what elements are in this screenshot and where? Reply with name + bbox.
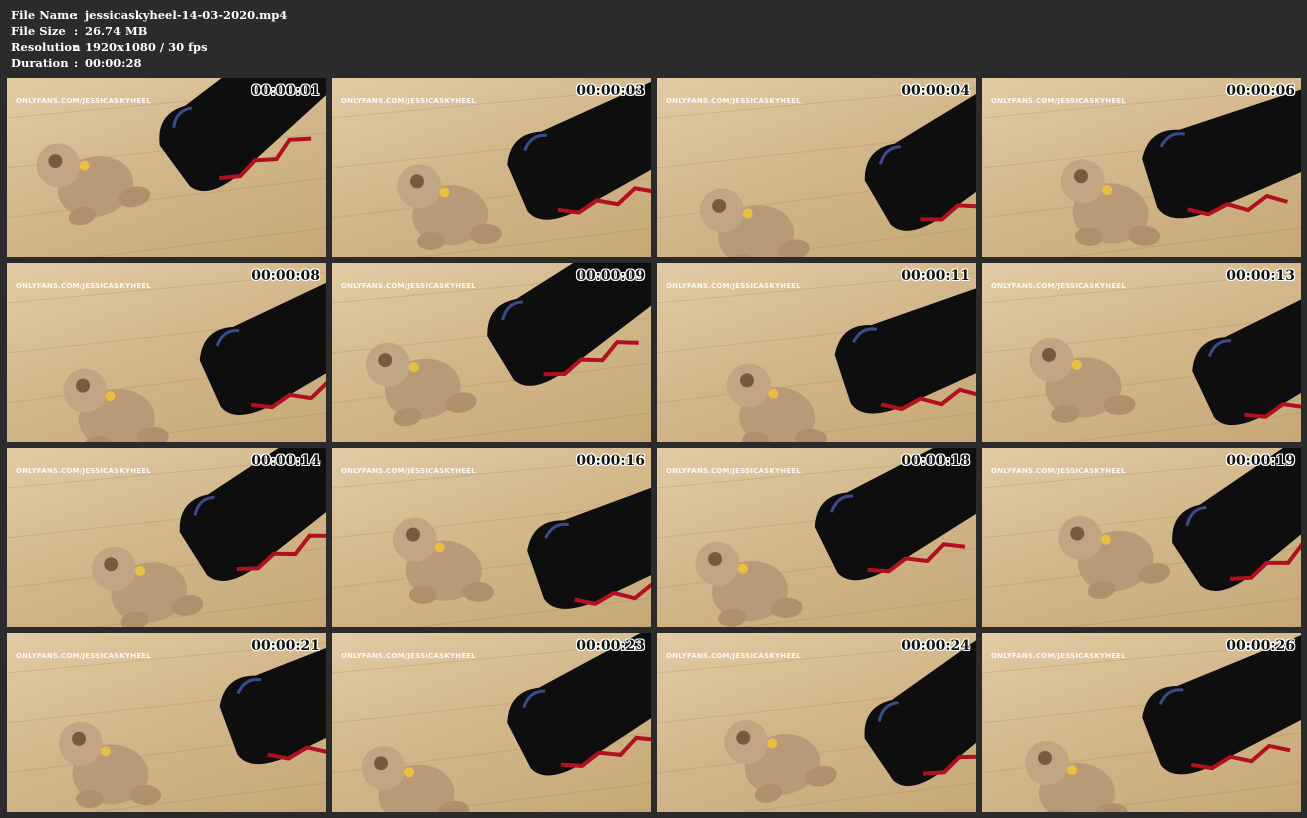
watermark: ONLYFANS.COM/JESSICASKYHEEL: [341, 652, 476, 660]
video-thumbnail: ONLYFANS.COM/JESSICASKYHEEL 00:00:23: [332, 633, 651, 812]
watermark: ONLYFANS.COM/JESSICASKYHEEL: [666, 97, 801, 105]
watermark: ONLYFANS.COM/JESSICASKYHEEL: [16, 97, 151, 105]
boot: [179, 448, 326, 581]
file-name-row: File Name : jessicaskyheel-14-03-2020.mp…: [11, 7, 287, 23]
thumbnail-timestamp: 00:00:23: [576, 638, 645, 654]
thumbnail-timestamp: 00:00:03: [576, 83, 645, 99]
thumbnail-timestamp: 00:00:11: [901, 268, 970, 284]
watermark: ONLYFANS.COM/JESSICASKYHEEL: [341, 282, 476, 290]
watermark: ONLYFANS.COM/JESSICASKYHEEL: [341, 467, 476, 475]
teddy-bear: [366, 342, 477, 427]
thumbnail-timestamp: 00:00:08: [251, 268, 320, 284]
file-size-label: File Size: [11, 24, 66, 38]
duration-label: Duration: [11, 56, 69, 70]
teddy-bear: [36, 143, 151, 226]
video-thumbnail: ONLYFANS.COM/JESSICASKYHEEL 00:00:19: [982, 448, 1301, 627]
watermark: ONLYFANS.COM/JESSICASKYHEEL: [16, 467, 151, 475]
file-name-label: File Name: [11, 8, 77, 22]
resolution-row: Resolution : 1920x1080 / 30 fps: [11, 39, 287, 55]
video-thumbnail: ONLYFANS.COM/JESSICASKYHEEL 00:00:26: [982, 633, 1301, 812]
video-thumbnail: ONLYFANS.COM/JESSICASKYHEEL 00:00:24: [657, 633, 976, 812]
thumbnail-timestamp: 00:00:01: [251, 83, 320, 99]
watermark: ONLYFANS.COM/JESSICASKYHEEL: [991, 652, 1126, 660]
teddy-bear: [1058, 515, 1171, 599]
teddy-bear: [63, 368, 169, 442]
video-thumbnail: ONLYFANS.COM/JESSICASKYHEEL 00:00:09: [332, 263, 651, 442]
thumbnail-timestamp: 00:00:14: [251, 453, 320, 469]
separator: :: [74, 40, 79, 54]
resolution-value: 1920x1080 / 30 fps: [85, 40, 208, 54]
watermark: ONLYFANS.COM/JESSICASKYHEEL: [16, 282, 151, 290]
teddy-bear: [361, 746, 470, 812]
thumbnail-timestamp: 00:00:06: [1226, 83, 1295, 99]
teddy-bear: [699, 188, 810, 257]
thumbnail-timestamp: 00:00:09: [576, 268, 645, 284]
boot: [527, 463, 651, 609]
boot: [1142, 633, 1301, 775]
video-thumbnail: ONLYFANS.COM/JESSICASKYHEEL 00:00:03: [332, 78, 651, 257]
watermark: ONLYFANS.COM/JESSICASKYHEEL: [991, 282, 1126, 290]
boot: [1142, 78, 1301, 219]
video-thumbnail: ONLYFANS.COM/JESSICASKYHEEL 00:00:14: [7, 448, 326, 627]
watermark: ONLYFANS.COM/JESSICASKYHEEL: [341, 97, 476, 105]
thumbnail-timestamp: 00:00:19: [1226, 453, 1295, 469]
watermark: ONLYFANS.COM/JESSICASKYHEEL: [666, 282, 801, 290]
video-thumbnail: ONLYFANS.COM/JESSICASKYHEEL 00:00:13: [982, 263, 1301, 442]
teddy-bear: [58, 721, 162, 808]
thumbnail-grid: ONLYFANS.COM/JESSICASKYHEEL 00:00:01 ONLYF…: [7, 78, 1301, 812]
resolution-label: Resolution: [11, 40, 81, 54]
watermark: ONLYFANS.COM/JESSICASKYHEEL: [666, 652, 801, 660]
separator: :: [74, 24, 79, 38]
thumbnail-timestamp: 00:00:16: [576, 453, 645, 469]
teddy-bear: [1025, 741, 1128, 812]
video-thumbnail: ONLYFANS.COM/JESSICASKYHEEL 00:00:11: [657, 263, 976, 442]
teddy-bear: [724, 720, 837, 803]
boot: [1172, 448, 1301, 592]
thumbnail-timestamp: 00:00:13: [1226, 268, 1295, 284]
thumbnail-timestamp: 00:00:26: [1226, 638, 1295, 654]
thumbnail-timestamp: 00:00:21: [251, 638, 320, 654]
boot: [834, 270, 976, 414]
boot: [864, 633, 976, 787]
boot: [864, 78, 976, 231]
teddy-bear: [726, 363, 828, 442]
file-size-row: File Size : 26.74 MB: [11, 23, 287, 39]
file-name-value: jessicaskyheel-14-03-2020.mp4: [85, 8, 288, 22]
teddy-bear: [92, 546, 204, 627]
video-thumbnail: ONLYFANS.COM/JESSICASKYHEEL 00:00:06: [982, 78, 1301, 257]
separator: :: [74, 56, 79, 70]
duration-row: Duration : 00:00:28: [11, 55, 287, 71]
boot: [199, 263, 326, 415]
separator: :: [74, 8, 79, 22]
video-thumbnail: ONLYFANS.COM/JESSICASKYHEEL 00:00:21: [7, 633, 326, 812]
watermark: ONLYFANS.COM/JESSICASKYHEEL: [991, 467, 1126, 475]
watermark: ONLYFANS.COM/JESSICASKYHEEL: [16, 652, 151, 660]
video-thumbnail: ONLYFANS.COM/JESSICASKYHEEL 00:00:04: [657, 78, 976, 257]
thumbnail-timestamp: 00:00:18: [901, 453, 970, 469]
teddy-bear: [397, 164, 502, 250]
file-info: File Name : jessicaskyheel-14-03-2020.mp…: [11, 7, 287, 71]
teddy-bear: [695, 541, 803, 627]
video-thumbnail: ONLYFANS.COM/JESSICASKYHEEL 00:00:18: [657, 448, 976, 627]
thumbnail-timestamp: 00:00:04: [901, 83, 970, 99]
file-size-value: 26.74 MB: [85, 24, 148, 38]
watermark: ONLYFANS.COM/JESSICASKYHEEL: [666, 467, 801, 475]
thumbnail-timestamp: 00:00:24: [901, 638, 970, 654]
video-thumbnail: ONLYFANS.COM/JESSICASKYHEEL 00:00:01: [7, 78, 326, 257]
watermark: ONLYFANS.COM/JESSICASKYHEEL: [991, 97, 1126, 105]
video-thumbnail: ONLYFANS.COM/JESSICASKYHEEL 00:00:16: [332, 448, 651, 627]
teddy-bear: [392, 517, 495, 604]
duration-value: 00:00:28: [85, 56, 142, 70]
video-thumbnail: ONLYFANS.COM/JESSICASKYHEEL 00:00:08: [7, 263, 326, 442]
boot: [1192, 264, 1301, 426]
teddy-bear: [1029, 337, 1136, 423]
